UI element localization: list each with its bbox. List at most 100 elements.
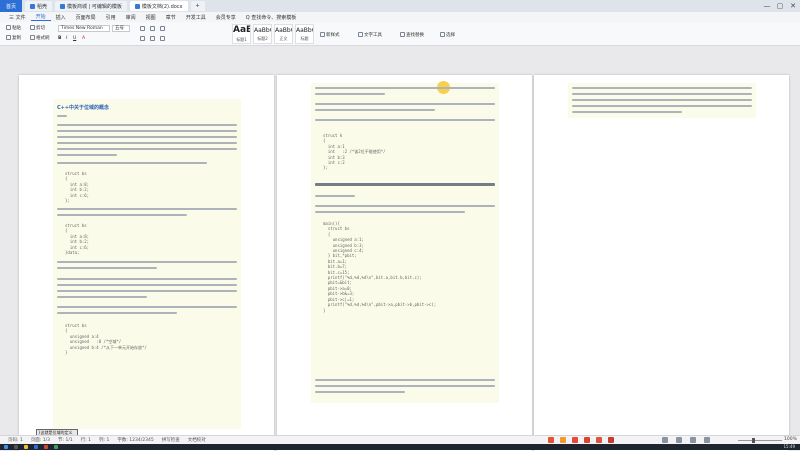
document-page-1[interactable]: C++中关于位域的概念 struct bs { int a:8; int b:2… bbox=[19, 75, 274, 451]
copy-button[interactable]: 复制 bbox=[6, 35, 21, 41]
text-line bbox=[57, 115, 67, 117]
text-line bbox=[57, 124, 237, 126]
paste-icon bbox=[6, 25, 11, 30]
text-line bbox=[57, 296, 147, 298]
menu-section[interactable]: 章节 bbox=[161, 14, 181, 21]
new-style-button[interactable]: 新样式 bbox=[320, 32, 340, 38]
view-mode-icon[interactable] bbox=[704, 437, 710, 443]
code-block-4: struct k { int a:1 int :2 /*该2位不能使用*/ in… bbox=[323, 133, 386, 171]
app-icon[interactable] bbox=[560, 437, 566, 443]
font-name-select[interactable]: Times New Roman bbox=[58, 25, 110, 32]
menu-insert[interactable]: 插入 bbox=[51, 14, 71, 21]
close-icon[interactable]: ✕ bbox=[788, 1, 798, 11]
document-page-3[interactable] bbox=[534, 75, 789, 451]
text-line bbox=[572, 111, 682, 113]
find-replace-button[interactable]: 查找替换 bbox=[400, 32, 424, 38]
select-button[interactable]: 选择 bbox=[440, 32, 455, 38]
folder-icon[interactable] bbox=[24, 445, 28, 449]
document-page-2[interactable]: struct k { int a:1 int :2 /*该2位不能使用*/ in… bbox=[277, 75, 532, 451]
text-line bbox=[57, 142, 237, 144]
text-line bbox=[572, 99, 752, 101]
style-preview: AaBbCcDd bbox=[296, 27, 313, 34]
text-line bbox=[315, 93, 385, 95]
text-line bbox=[57, 130, 237, 132]
status-page[interactable]: 页码: 1 bbox=[8, 437, 23, 443]
font-color-button[interactable]: A bbox=[82, 36, 85, 41]
cut-button[interactable]: 剪切 bbox=[30, 25, 45, 31]
text-tools-label: 文字工具 bbox=[364, 33, 382, 38]
menu-references[interactable]: 引用 bbox=[101, 14, 121, 21]
list-number-icon[interactable] bbox=[150, 36, 156, 42]
menu-file[interactable]: 三 文件 bbox=[4, 14, 31, 21]
status-doc-check[interactable]: 文档校对 bbox=[188, 437, 206, 443]
align-glyph bbox=[140, 26, 145, 31]
page-heading: C++中关于位域的概念 bbox=[57, 105, 110, 111]
tab-document[interactable]: 模板文档(2).docx bbox=[129, 1, 188, 11]
home-tab[interactable]: 首页 bbox=[0, 0, 22, 12]
status-spell-check[interactable]: 拼写检查 bbox=[162, 437, 180, 443]
align-left-icon[interactable] bbox=[140, 26, 146, 32]
app-icon[interactable] bbox=[584, 437, 590, 443]
menu-member[interactable]: 会员专享 bbox=[211, 14, 241, 21]
menu-home[interactable]: 开始 bbox=[30, 13, 51, 21]
view-mode-icon[interactable] bbox=[662, 437, 668, 443]
wps-icon[interactable] bbox=[44, 445, 48, 449]
wps-assistant-icon[interactable] bbox=[548, 437, 554, 443]
new-tab-button[interactable]: + bbox=[190, 1, 205, 11]
app-icon[interactable] bbox=[54, 445, 58, 449]
document-workspace[interactable]: C++中关于位域的概念 struct bs { int a:8; int b:2… bbox=[0, 46, 800, 451]
style-body[interactable]: AaBbCcDd 正文 bbox=[274, 24, 293, 44]
style-heading2[interactable]: AaBbC 标题2 bbox=[253, 24, 272, 44]
zoom-level[interactable]: 100% bbox=[784, 437, 797, 442]
status-section: 节: 1/1 bbox=[58, 438, 73, 443]
menu-review[interactable]: 审阅 bbox=[121, 14, 141, 21]
browser-icon[interactable] bbox=[34, 445, 38, 449]
italic-button[interactable]: I bbox=[66, 36, 67, 41]
style-title[interactable]: AaBbCcDd 标题 bbox=[295, 24, 314, 44]
doc-icon bbox=[30, 3, 35, 9]
style-preview: AaBbC bbox=[254, 27, 271, 34]
text-line bbox=[57, 267, 157, 269]
menu-layout[interactable]: 页面布局 bbox=[71, 14, 101, 21]
tab-template-store[interactable]: 模板商城 | 可编辑的模板 bbox=[55, 1, 127, 11]
status-bar: 页码: 1 页面: 1/3 节: 1/1 行: 1 列: 1 字数: 1234/… bbox=[0, 435, 800, 444]
style-label: 标题2 bbox=[257, 36, 268, 41]
list-glyph bbox=[150, 36, 155, 41]
app-icon[interactable] bbox=[572, 437, 578, 443]
find-replace-label: 查找替换 bbox=[406, 33, 424, 38]
minimize-icon[interactable]: — bbox=[762, 1, 772, 11]
text-line bbox=[57, 306, 237, 308]
text-line bbox=[315, 195, 355, 197]
font-size-select[interactable]: 五号 bbox=[112, 25, 130, 32]
underline-button[interactable]: U bbox=[73, 36, 76, 41]
text-tools-button[interactable]: 文字工具 bbox=[358, 32, 382, 38]
view-mode-icon[interactable] bbox=[690, 437, 696, 443]
status-words[interactable]: 字数: 1234/2345 bbox=[117, 437, 153, 443]
tab-daoke[interactable]: 稻壳 bbox=[25, 1, 53, 11]
list-bullet-icon[interactable] bbox=[140, 36, 146, 42]
style-heading1[interactable]: AaBbC 标题1 bbox=[232, 24, 251, 44]
zoom-slider-handle[interactable] bbox=[752, 438, 755, 443]
paste-button[interactable]: 粘贴 bbox=[6, 25, 21, 31]
tab-label: 稻壳 bbox=[37, 3, 48, 10]
format-painter-button[interactable]: 格式刷 bbox=[30, 35, 50, 41]
zoom-slider[interactable] bbox=[738, 440, 782, 441]
view-mode-icon[interactable] bbox=[676, 437, 682, 443]
search-icon[interactable] bbox=[14, 445, 18, 449]
align-right-icon[interactable] bbox=[160, 26, 166, 32]
style-preview: AaBbCcDd bbox=[275, 27, 292, 34]
app-icon[interactable] bbox=[608, 437, 614, 443]
indent-icon[interactable] bbox=[160, 36, 166, 42]
text-line bbox=[315, 385, 495, 387]
align-center-icon[interactable] bbox=[150, 26, 156, 32]
start-icon[interactable] bbox=[4, 445, 8, 449]
bold-button[interactable]: B bbox=[58, 36, 61, 41]
text-line bbox=[57, 278, 237, 280]
menu-developer[interactable]: 开发工具 bbox=[181, 14, 211, 21]
app-icon[interactable] bbox=[596, 437, 602, 443]
status-pages[interactable]: 页面: 1/3 bbox=[31, 437, 50, 443]
menu-view[interactable]: 视图 bbox=[141, 14, 161, 21]
maximize-icon[interactable]: ▢ bbox=[775, 1, 785, 11]
style-label: 标题 bbox=[300, 36, 309, 41]
search-command-input[interactable]: Q 查找命令、搜索模板 bbox=[241, 14, 302, 21]
